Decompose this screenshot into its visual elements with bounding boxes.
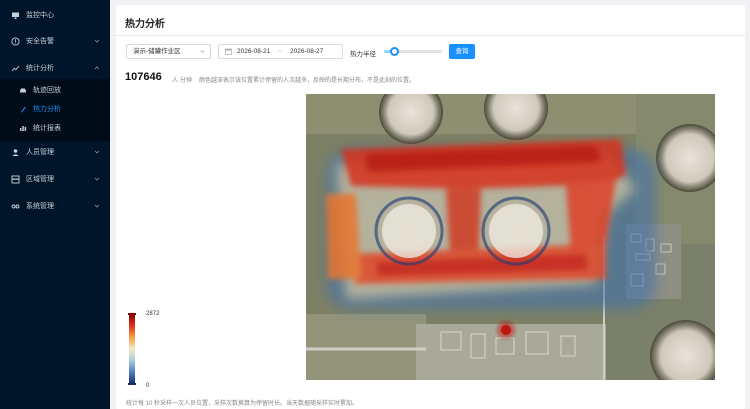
sidebar-item-regions[interactable]: 区域管理 bbox=[0, 168, 110, 190]
sidebar-item-alert[interactable]: 安全告警 bbox=[0, 30, 110, 52]
chevron-down-icon bbox=[94, 150, 100, 154]
calendar-icon bbox=[225, 48, 232, 55]
divider bbox=[116, 35, 745, 36]
sidebar-item-label: 人员管理 bbox=[26, 149, 54, 156]
footnote: 统计每 10 秒采样一次人员位置，采样次数换算为停留时长。当天数据随采样实时累加… bbox=[126, 401, 359, 407]
legend-cap-top bbox=[128, 313, 136, 315]
sidebar-item-label: 安全告警 bbox=[26, 38, 54, 45]
user-icon bbox=[11, 148, 20, 157]
sidebar-item-label: 区域管理 bbox=[26, 176, 54, 183]
legend-min: 0 bbox=[146, 383, 150, 389]
chevron-down-icon bbox=[94, 177, 100, 181]
sub-item-heatmap[interactable]: 热力分析 bbox=[0, 100, 110, 118]
heatmap-map[interactable] bbox=[306, 94, 715, 380]
date-range-picker[interactable]: 2026-08-21 ~ 2026-08-27 bbox=[218, 44, 343, 59]
car-icon bbox=[19, 86, 27, 94]
monitor-icon bbox=[11, 11, 20, 20]
sidebar-item-label: 系统管理 bbox=[26, 203, 54, 210]
stat-unit: 人·分钟 bbox=[172, 78, 192, 84]
heatmap-card: 热力分析 演示-储罐作业区 2026-08-21 ~ 2026-08-27 热力… bbox=[116, 5, 745, 409]
sidebar: 监控中心 安全告警 统计分析 轨迹回放 热力分析 统计报表 人员管理 区域管理 … bbox=[0, 0, 110, 409]
sidebar-item-monitor[interactable]: 监控中心 bbox=[0, 4, 110, 26]
chevron-down-icon bbox=[94, 204, 100, 208]
submenu: 轨迹回放 热力分析 统计报表 bbox=[0, 79, 110, 141]
heatmap-legend: 2872 0 bbox=[128, 311, 169, 391]
sidebar-item-system[interactable]: 系统管理 bbox=[0, 195, 110, 217]
sub-item-label: 热力分析 bbox=[33, 106, 61, 113]
date-end[interactable]: 2026-08-27 bbox=[290, 45, 323, 58]
flame-icon bbox=[19, 105, 27, 113]
aerial-heatmap-image bbox=[306, 94, 715, 380]
radius-label: 热力半径 bbox=[350, 51, 376, 58]
report-icon bbox=[19, 124, 27, 132]
area-select[interactable]: 演示-储罐作业区 bbox=[126, 44, 211, 59]
page-title: 热力分析 bbox=[125, 19, 165, 30]
chevron-down-icon bbox=[200, 50, 205, 53]
alert-icon bbox=[11, 36, 20, 46]
main-content: 热力分析 演示-储罐作业区 2026-08-21 ~ 2026-08-27 热力… bbox=[110, 0, 750, 409]
sub-item-report[interactable]: 统计报表 bbox=[0, 119, 110, 137]
sub-item-label: 统计报表 bbox=[33, 125, 61, 132]
settings-icon bbox=[11, 202, 20, 211]
stat-description: 颜色越深表示该位置累计停留的人次越多，反映的是长期分布，不是此刻的位置。 bbox=[199, 78, 416, 84]
date-start[interactable]: 2026-08-21 bbox=[237, 45, 270, 58]
sidebar-item-label: 统计分析 bbox=[26, 65, 54, 72]
legend-color-bar bbox=[129, 314, 135, 384]
chart-icon bbox=[11, 64, 20, 73]
legend-max: 2872 bbox=[146, 311, 160, 317]
sub-item-playback[interactable]: 轨迹回放 bbox=[0, 81, 110, 99]
stat-total: 107646 bbox=[125, 71, 162, 83]
sidebar-item-stats[interactable]: 统计分析 bbox=[0, 57, 110, 79]
sidebar-item-users[interactable]: 人员管理 bbox=[0, 141, 110, 163]
area-select-value: 演示-储罐作业区 bbox=[133, 48, 181, 55]
region-icon bbox=[11, 175, 20, 184]
chevron-up-icon bbox=[94, 66, 100, 70]
slider-handle[interactable] bbox=[389, 47, 399, 56]
radius-slider[interactable] bbox=[384, 47, 442, 56]
legend-cap-bottom bbox=[128, 383, 136, 385]
sub-item-label: 轨迹回放 bbox=[33, 87, 61, 94]
date-separator: ~ bbox=[278, 48, 282, 55]
query-button[interactable]: 查询 bbox=[449, 44, 475, 59]
chevron-down-icon bbox=[94, 39, 100, 43]
sidebar-item-label: 监控中心 bbox=[26, 12, 54, 19]
